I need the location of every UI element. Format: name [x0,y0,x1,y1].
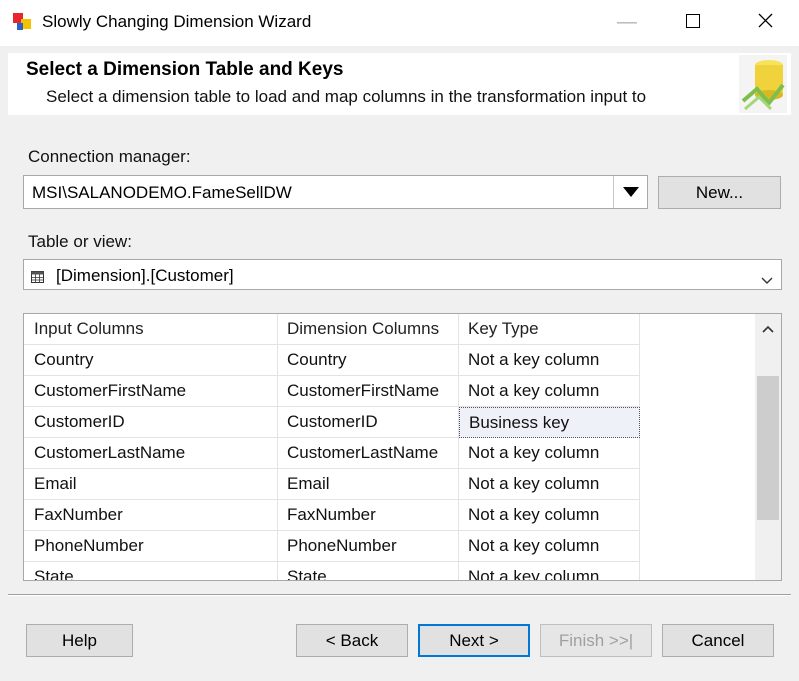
back-button[interactable]: < Back [296,624,408,657]
table-row[interactable]: Country Country Not a key column [24,345,640,376]
footer-divider [8,594,791,596]
connection-manager-value: MSI\SALANODEMO.FameSellDW [32,183,292,202]
title-bar: Slowly Changing Dimension Wizard — [0,0,799,46]
table-view-label: Table or view: [28,232,132,251]
dimension-column-cell[interactable]: FaxNumber [278,500,459,531]
database-icon [739,55,787,113]
input-column-cell: FaxNumber [24,500,278,531]
key-type-cell[interactable]: Not a key column [459,469,640,500]
dimension-column-cell[interactable]: CustomerLastName [278,438,459,469]
key-type-cell[interactable]: Not a key column [459,531,640,562]
key-type-cell[interactable]: Not a key column [459,438,640,469]
dimension-column-cell[interactable]: PhoneNumber [278,531,459,562]
connection-manager-label: Connection manager: [28,147,191,166]
table-row[interactable]: State State Not a key column [24,562,640,580]
input-column-cell: State [24,562,278,580]
table-row[interactable]: CustomerLastName CustomerLastName Not a … [24,438,640,469]
table-view-value: [Dimension].[Customer] [56,266,234,285]
cancel-button[interactable]: Cancel [662,624,774,657]
wizard-header: Select a Dimension Table and Keys Select… [8,53,791,115]
maximize-button[interactable] [663,0,723,44]
help-button[interactable]: Help [26,624,133,657]
key-type-cell[interactable]: Not a key column [459,376,640,407]
dropdown-arrow-icon[interactable] [613,176,647,208]
column-header-key-type[interactable]: Key Type [459,314,640,345]
close-icon [758,11,773,34]
minimize-button[interactable]: — [597,0,657,44]
table-row[interactable]: CustomerFirstName CustomerFirstName Not … [24,376,640,407]
dimension-column-cell[interactable]: CustomerFirstName [278,376,459,407]
key-type-cell-selected[interactable]: Business key [459,407,640,438]
finish-button[interactable]: Finish >>| [540,624,652,657]
grid-header-row: Input Columns Dimension Columns Key Type [24,314,640,345]
dimension-column-cell[interactable]: Email [278,469,459,500]
input-column-cell: CustomerFirstName [24,376,278,407]
maximize-icon [686,11,700,34]
input-column-cell: PhoneNumber [24,531,278,562]
vertical-scrollbar[interactable] [755,314,781,580]
scrollbar-thumb[interactable] [757,376,779,520]
key-type-cell[interactable]: Not a key column [459,562,640,580]
minimize-icon: — [617,10,637,33]
table-row[interactable]: CustomerID CustomerID Business key [24,407,640,438]
key-type-cell[interactable]: Not a key column [459,345,640,376]
input-column-cell: CustomerID [24,407,278,438]
window-title: Slowly Changing Dimension Wizard [42,12,312,31]
new-connection-button[interactable]: New... [658,176,781,209]
table-view-select[interactable]: [Dimension].[Customer] [23,259,782,290]
table-row[interactable]: PhoneNumber PhoneNumber Not a key column [24,531,640,562]
dimension-column-cell[interactable]: Country [278,345,459,376]
input-column-cell: Email [24,469,278,500]
input-column-cell: CustomerLastName [24,438,278,469]
table-icon [31,268,44,288]
connection-manager-select[interactable]: MSI\SALANODEMO.FameSellDW [23,175,648,209]
next-button[interactable]: Next > [418,624,530,657]
dimension-column-cell[interactable]: CustomerID [278,407,459,438]
column-header-input[interactable]: Input Columns [24,314,278,345]
table-row[interactable]: FaxNumber FaxNumber Not a key column [24,500,640,531]
scroll-up-icon[interactable] [755,318,781,340]
input-column-cell: Country [24,345,278,376]
app-icon [12,12,32,32]
page-title: Select a Dimension Table and Keys [26,59,344,80]
dimension-column-cell[interactable]: State [278,562,459,580]
page-subtitle: Select a dimension table to load and map… [46,87,647,106]
column-header-dimension[interactable]: Dimension Columns [278,314,459,345]
chevron-down-icon[interactable] [761,270,773,290]
table-row[interactable]: Email Email Not a key column [24,469,640,500]
key-type-cell[interactable]: Not a key column [459,500,640,531]
key-mapping-grid[interactable]: Input Columns Dimension Columns Key Type… [23,313,782,581]
close-button[interactable] [735,0,795,44]
